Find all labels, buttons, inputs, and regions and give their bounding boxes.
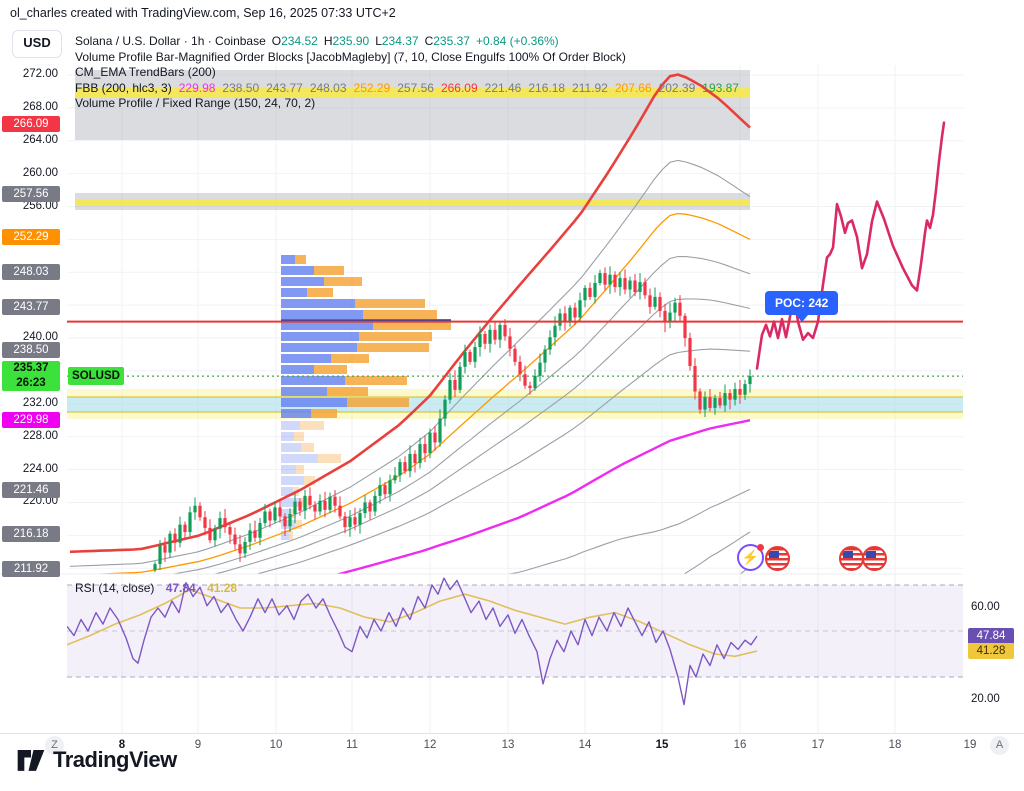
price-tick: 232.00 xyxy=(23,397,58,409)
fbb-value: 202.39 xyxy=(659,81,696,95)
fbb-value: 229.98 xyxy=(179,81,216,95)
price-tick: 264.00 xyxy=(23,134,58,146)
price-level-badge: 243.77 xyxy=(2,299,60,315)
time-label: 18 xyxy=(882,739,908,751)
time-label: 13 xyxy=(495,739,521,751)
price-tick: 260.00 xyxy=(23,167,58,179)
fbb-value: 252.29 xyxy=(354,81,391,95)
tradingview-logo-icon xyxy=(16,747,46,773)
fbb-value: 207.66 xyxy=(615,81,652,95)
ohlc-label: O xyxy=(272,34,281,48)
footer-bar: TradingView xyxy=(0,759,1024,791)
rsi-indicator-name: RSI (14, close) xyxy=(75,581,154,595)
price-level-badge: 211.92 xyxy=(2,561,60,577)
change-value: +0.84 (+0.36%) xyxy=(476,34,559,48)
time-label: 17 xyxy=(805,739,831,751)
fbb-value: 211.92 xyxy=(572,81,608,95)
fbb-values: 229.98 238.50 243.77 248.03 252.29 257.56 266.… xyxy=(172,81,739,95)
price-level-badge: 248.03 xyxy=(2,264,60,280)
time-label: 16 xyxy=(727,739,753,751)
rsi-value-badge: 47.84 xyxy=(968,628,1014,644)
chart-canvas[interactable] xyxy=(0,0,1024,791)
credit-text: ol_charles created with TradingView.com,… xyxy=(10,6,396,20)
fbb-value: 243.77 xyxy=(266,81,303,95)
price-level-badge: 216.18 xyxy=(2,526,60,542)
price-level-badge: 266.09 xyxy=(2,116,60,132)
fbb-value: 193.87 xyxy=(702,81,739,95)
rsi-value-badge: 41.28 xyxy=(968,643,1014,659)
price-tick: 272.00 xyxy=(23,68,58,80)
rsi-value: 47.84 xyxy=(166,581,196,595)
projection-drawing xyxy=(757,123,944,369)
time-axis-button-a[interactable]: A xyxy=(990,736,1009,755)
us-flag-event-icon[interactable] xyxy=(765,546,790,571)
ohlc-value: 235.37 xyxy=(433,34,470,48)
ohlc-value: 234.52 xyxy=(281,34,318,48)
rsi-pane xyxy=(67,578,963,705)
poc-price-label[interactable]: POC: 242 xyxy=(765,291,838,315)
legend: Solana / U.S. Dollar · 1h · CoinbaseO234… xyxy=(75,34,739,112)
main-pane xyxy=(67,70,963,644)
time-label: 14 xyxy=(572,739,598,751)
rsi-ma-value: 41.28 xyxy=(207,581,237,595)
symbol-price-label[interactable]: SOLUSD xyxy=(68,367,124,385)
price-tick: 228.00 xyxy=(23,430,58,442)
currency-toggle-button[interactable]: USD xyxy=(12,30,62,58)
ohlc-label: C xyxy=(425,34,434,48)
symbol-ohlc-row[interactable]: Solana / U.S. Dollar · 1h · CoinbaseO234… xyxy=(75,34,739,50)
ohlc-value: 235.90 xyxy=(332,34,369,48)
price-level-badge: 252.29 xyxy=(2,229,60,245)
price-level-badge: 238.50 xyxy=(2,342,60,358)
us-flag-event-icon[interactable] xyxy=(862,546,887,571)
price-tick: 224.00 xyxy=(23,463,58,475)
time-label: 19 xyxy=(957,739,983,751)
symbol-title: Solana / U.S. Dollar · 1h · Coinbase xyxy=(75,34,266,48)
fbb-value: 266.09 xyxy=(441,81,478,95)
fbb-value: 248.03 xyxy=(310,81,347,95)
tradingview-chart-window: ol_charles created with TradingView.com,… xyxy=(0,0,1024,791)
time-label: 9 xyxy=(185,739,211,751)
time-label: 12 xyxy=(417,739,443,751)
fbb-value: 221.46 xyxy=(485,81,522,95)
price-level-badge: 229.98 xyxy=(2,412,60,428)
price-axis[interactable]: 272.00268.00264.00260.00256.00240.00232.… xyxy=(0,60,64,735)
price-level-badge: 221.46 xyxy=(2,482,60,498)
time-label: 10 xyxy=(263,739,289,751)
fbb-value: 238.50 xyxy=(222,81,259,95)
us-flag-event-icon[interactable] xyxy=(839,546,864,571)
indicator-row-fbb[interactable]: FBB (200, hlc3, 3)229.98238.50243.77248.… xyxy=(75,81,739,97)
time-label: 11 xyxy=(339,739,365,751)
price-tick: 240.00 xyxy=(23,331,58,343)
fbb-value: 257.56 xyxy=(397,81,434,95)
indicator-row-volume-profile-fixed-range[interactable]: Volume Profile / Fixed Range (150, 24, 7… xyxy=(75,96,739,112)
current-price-badge: 235.3726:23 xyxy=(2,361,60,391)
time-label: 15 xyxy=(649,739,675,751)
fbb-value: 216.18 xyxy=(528,81,565,95)
ohlc-label: L xyxy=(375,34,382,48)
rsi-tick: 20.00 xyxy=(971,693,1000,705)
ohlc-value: 234.37 xyxy=(382,34,419,48)
rsi-legend[interactable]: RSI (14, close) 47.84 41.28 xyxy=(75,581,237,595)
economic-event-flash-icon[interactable]: ⚡ xyxy=(737,544,764,571)
tradingview-logo[interactable]: TradingView xyxy=(16,747,177,773)
indicator-row-cm-ema-trendbars[interactable]: CM_EMA TrendBars (200) xyxy=(75,65,739,81)
indicator-row-order-blocks[interactable]: Volume Profile Bar-Magnified Order Block… xyxy=(75,50,739,66)
rsi-axis[interactable]: 60.00 20.00 47.8441.28 xyxy=(963,560,1024,720)
price-tick: 268.00 xyxy=(23,101,58,113)
rsi-tick: 60.00 xyxy=(971,601,1000,613)
price-level-badge: 257.56 xyxy=(2,186,60,202)
